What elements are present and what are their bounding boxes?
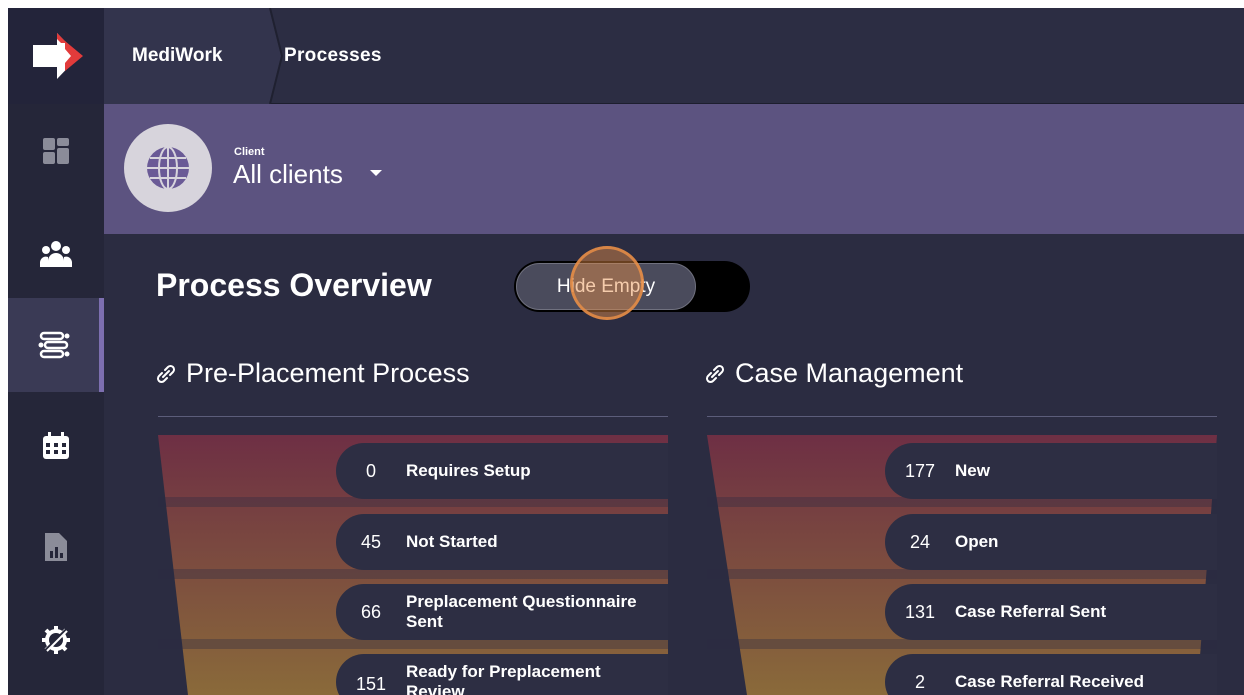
app-logo[interactable] [8, 8, 104, 104]
stage-label: Case Referral Received [955, 672, 1145, 691]
stage-row[interactable]: 45 Not Started [336, 514, 668, 570]
section-title-label: Case Management [735, 358, 964, 388]
click-indicator [570, 246, 644, 320]
stage-label: Preplacement Questionnaire Sent [406, 592, 637, 631]
stage-label: New [955, 461, 990, 480]
globe-icon [147, 146, 189, 190]
client-avatar[interactable] [124, 124, 212, 212]
breadcrumb-current-label: Processes [284, 45, 382, 66]
top-bar: MediWork Processes [8, 8, 1244, 104]
sidebar [8, 104, 104, 695]
sidebar-item-calendar[interactable] [8, 399, 104, 493]
stage-label: Case Referral Sent [955, 602, 1107, 621]
section-title-label: Pre-Placement Process [186, 358, 470, 388]
page-title: Process Overview [156, 267, 432, 303]
sidebar-item-settings[interactable] [8, 593, 104, 687]
stage-label: Ready for Preplacement Review [406, 662, 601, 695]
breadcrumb-current: Processes [284, 8, 382, 104]
stage-count: 151 [355, 674, 387, 694]
section-title-case-management[interactable]: Case Management [705, 358, 963, 389]
client-label: Client [234, 146, 265, 158]
link-icon [156, 364, 176, 383]
settings-icon [42, 626, 70, 654]
chevron-down-icon[interactable] [370, 170, 382, 176]
sidebar-item-reports[interactable] [8, 500, 104, 594]
link-icon [705, 364, 725, 383]
stage-count: 66 [360, 601, 382, 622]
sidebar-item-processes[interactable] [8, 298, 104, 392]
calendar-icon [43, 432, 69, 459]
report-icon [45, 533, 67, 561]
stage-count: 2 [914, 671, 925, 692]
stage-row[interactable]: 131 Case Referral Sent [885, 584, 1217, 640]
stage-row[interactable]: 177 New [885, 443, 1217, 499]
stage-row[interactable]: 2 Case Referral Received [885, 654, 1217, 695]
people-icon [40, 241, 72, 267]
stage-count: 24 [909, 531, 931, 552]
sidebar-item-dashboard[interactable] [8, 104, 104, 198]
stage-label: Requires Setup [406, 461, 531, 480]
section-title-preplacement[interactable]: Pre-Placement Process [156, 358, 470, 389]
section-divider [707, 416, 1217, 417]
stage-count: 45 [360, 531, 382, 552]
stage-row[interactable]: 66 Preplacement Questionnaire Sent [336, 584, 668, 640]
stage-row[interactable]: 151 Ready for Preplacement Review [336, 654, 668, 695]
client-dropdown-value[interactable]: All clients [233, 159, 343, 190]
stage-label: Open [955, 532, 999, 551]
stage-count: 177 [904, 460, 936, 481]
stage-count: 0 [365, 460, 376, 481]
breadcrumb-app-label: MediWork [132, 45, 223, 66]
logo-arrow-icon [33, 33, 83, 79]
breadcrumb-app[interactable]: MediWork [104, 8, 270, 104]
stage-count: 131 [904, 601, 936, 622]
stage-row[interactable]: 0 Requires Setup [336, 443, 668, 499]
stage-row[interactable]: 24 Open [885, 514, 1217, 570]
section-divider [158, 416, 668, 417]
breadcrumb-separator-icon [258, 8, 284, 104]
stage-label: Not Started [406, 532, 498, 551]
sidebar-item-people[interactable] [8, 207, 104, 301]
client-selector-band: Client All clients [104, 104, 1244, 234]
process-icon [38, 331, 69, 359]
dashboard-icon [43, 138, 69, 164]
app-window: MediWork Processes Client All clients Pr… [8, 8, 1244, 695]
